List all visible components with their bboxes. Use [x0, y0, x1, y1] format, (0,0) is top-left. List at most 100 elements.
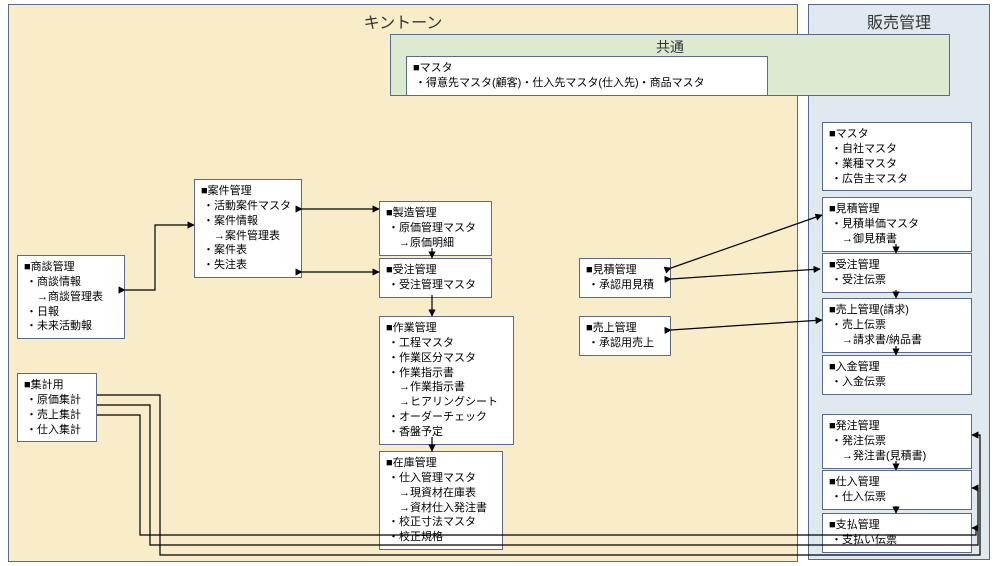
box-sales-approval: ■売上管理 ・承認用売上 [579, 316, 671, 356]
box-title: ■受注管理 [829, 258, 965, 273]
list-item: ・仕入伝票 [831, 490, 965, 505]
list-item: ・発注伝票 [831, 434, 965, 449]
list-item: ・オーダーチェック [388, 410, 507, 425]
list-item: ・未来活動報 [26, 319, 118, 334]
box-sales-master: ■マスタ ・自社マスタ ・業種マスタ ・広告主マスタ [822, 122, 972, 191]
list-item: ・受注伝票 [831, 273, 965, 288]
list-item: ・商談情報 [26, 275, 118, 290]
box-items: ・入金伝票 [829, 375, 965, 390]
list-item: →請求書/納品書 [831, 333, 965, 348]
region-sales-title: 販売管理 [867, 9, 931, 33]
region-kintone-title: キントーン [364, 9, 443, 33]
list-item: ・仕入管理マスタ [388, 471, 496, 486]
list-item: ・校正規格 [388, 530, 496, 545]
list-item: ・承認用見積 [588, 278, 664, 293]
list-item: ・作業指示書 [388, 366, 507, 381]
box-title: ■作業管理 [386, 321, 507, 336]
box-title: ■受注管理 [386, 263, 485, 278]
list-item: →作業指示書 [388, 380, 507, 395]
box-title: ■発注管理 [829, 419, 965, 434]
box-items: ・仕入伝票 [829, 490, 965, 505]
box-stock: ■在庫管理 ・仕入管理マスタ →現資材在庫表 →資材仕入発注書 ・校正寸法マスタ… [379, 451, 503, 550]
list-item: →現資材在庫表 [388, 486, 496, 501]
box-items: ・発注伝票 →発注書(見積書) [829, 434, 965, 464]
box-project: ■案件管理 ・活動案件マスタ ・案件情報 →案件管理表 ・案件表 ・失注表 [194, 179, 302, 278]
box-items: ・原価集計 ・売上集計 ・仕入集計 [24, 393, 90, 438]
box-items: ・承認用見積 [586, 278, 664, 293]
list-item: ・日報 [26, 305, 118, 320]
box-title: ■支払管理 [829, 518, 965, 533]
list-item: ・承認用売上 [588, 336, 664, 351]
box-title: ■マスタ [413, 61, 761, 76]
box-items: ・得意先マスタ(顧客)・仕入先マスタ(仕入先)・商品マスタ [413, 76, 761, 91]
list-item: ・業種マスタ [831, 157, 965, 172]
box-title: ■仕入管理 [829, 475, 965, 490]
region-common-title: 共通 [656, 37, 684, 57]
box-items: ・自社マスタ ・業種マスタ ・広告主マスタ [829, 142, 965, 187]
box-title: ■入金管理 [829, 360, 965, 375]
list-item: ・受注管理マスタ [388, 278, 485, 293]
box-items: ・活動案件マスタ ・案件情報 →案件管理表 ・案件表 ・失注表 [201, 199, 295, 273]
box-sales-sales: ■売上管理(請求) ・売上伝票 →請求書/納品書 [822, 298, 972, 353]
box-items: ・見積単価マスタ →御見積書 [829, 217, 965, 247]
box-items: ・商談情報 →商談管理表 ・日報 ・未来活動報 [24, 275, 118, 334]
box-title: ■集計用 [24, 378, 90, 393]
list-item: →発注書(見積書) [831, 449, 965, 464]
list-item: →ヒアリングシート [388, 395, 507, 410]
box-sales-order-recv: ■受注管理 ・受注伝票 [822, 253, 972, 293]
list-item: →原価明細 [388, 236, 485, 251]
box-work: ■作業管理 ・工程マスタ ・作業区分マスタ ・作業指示書 →作業指示書 →ヒアリ… [379, 316, 514, 445]
box-title: ■在庫管理 [386, 456, 496, 471]
list-item: ・見積単価マスタ [831, 217, 965, 232]
list-item: →資材仕入発注書 [388, 501, 496, 516]
list-item: →商談管理表 [26, 290, 118, 305]
list-item: →案件管理表 [203, 229, 295, 244]
list-item: ・工程マスタ [388, 336, 507, 351]
list-item: ・失注表 [203, 258, 295, 273]
box-items: ・支払い伝票 [829, 533, 965, 548]
box-title: ■マスタ [829, 127, 965, 142]
box-manufacture: ■製造管理 ・原価管理マスタ →原価明細 [379, 201, 492, 256]
box-title: ■売上管理(請求) [829, 303, 965, 318]
box-items: ・工程マスタ ・作業区分マスタ ・作業指示書 →作業指示書 →ヒアリングシート … [386, 336, 507, 440]
box-title: ■製造管理 [386, 206, 485, 221]
box-title: ■見積管理 [586, 263, 664, 278]
box-title: ■案件管理 [201, 184, 295, 199]
list-item: ・売上集計 [26, 408, 90, 423]
box-sales-payment: ■支払管理 ・支払い伝票 [822, 513, 972, 553]
box-negotiation: ■商談管理 ・商談情報 →商談管理表 ・日報 ・未来活動報 [17, 255, 125, 339]
box-aggregation: ■集計用 ・原価集計 ・売上集計 ・仕入集計 [17, 373, 97, 442]
box-items: ・受注管理マスタ [386, 278, 485, 293]
box-common-master: ■マスタ ・得意先マスタ(顧客)・仕入先マスタ(仕入先)・商品マスタ [406, 56, 768, 96]
list-item: ・自社マスタ [831, 142, 965, 157]
list-item: ・広告主マスタ [831, 172, 965, 187]
box-sales-deposit: ■入金管理 ・入金伝票 [822, 355, 972, 395]
box-title: ■見積管理 [829, 202, 965, 217]
list-item: ・校正寸法マスタ [388, 515, 496, 530]
box-sales-estimate: ■見積管理 ・見積単価マスタ →御見積書 [822, 197, 972, 252]
box-order-recv: ■受注管理 ・受注管理マスタ [379, 258, 492, 298]
list-item: ・香盤予定 [388, 425, 507, 440]
list-item: ・入金伝票 [831, 375, 965, 390]
list-item: ・仕入集計 [26, 423, 90, 438]
box-sales-purchase-order: ■発注管理 ・発注伝票 →発注書(見積書) [822, 414, 972, 469]
list-item: ・売上伝票 [831, 318, 965, 333]
box-items: ・仕入管理マスタ →現資材在庫表 →資材仕入発注書 ・校正寸法マスタ ・校正規格 [386, 471, 496, 545]
list-item: ・原価管理マスタ [388, 221, 485, 236]
list-item: ・活動案件マスタ [203, 199, 295, 214]
box-estimate-approval: ■見積管理 ・承認用見積 [579, 258, 671, 298]
list-item: ・案件情報 [203, 214, 295, 229]
list-item: →御見積書 [831, 232, 965, 247]
box-title: ■売上管理 [586, 321, 664, 336]
list-item: ・支払い伝票 [831, 533, 965, 548]
box-items: ・承認用売上 [586, 336, 664, 351]
list-item: ・作業区分マスタ [388, 351, 507, 366]
list-item: ・案件表 [203, 243, 295, 258]
box-sales-purchase: ■仕入管理 ・仕入伝票 [822, 470, 972, 510]
box-title: ■商談管理 [24, 260, 118, 275]
list-item: ・原価集計 [26, 393, 90, 408]
box-items: ・受注伝票 [829, 273, 965, 288]
box-items: ・売上伝票 →請求書/納品書 [829, 318, 965, 348]
list-item: ・得意先マスタ(顧客)・仕入先マスタ(仕入先)・商品マスタ [415, 76, 761, 91]
box-items: ・原価管理マスタ →原価明細 [386, 221, 485, 251]
